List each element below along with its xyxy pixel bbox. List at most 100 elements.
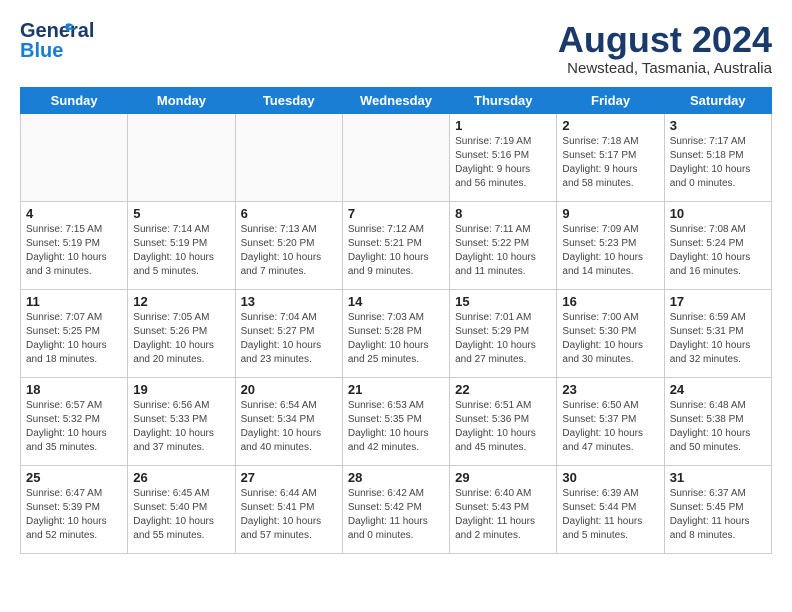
day-number: 13 (241, 294, 337, 309)
calendar-day-cell (235, 113, 342, 201)
day-info: Sunrise: 6:54 AM Sunset: 5:34 PM Dayligh… (241, 399, 337, 455)
day-info: Sunrise: 7:05 AM Sunset: 5:26 PM Dayligh… (133, 311, 229, 367)
day-number: 8 (455, 206, 551, 221)
day-info: Sunrise: 6:57 AM Sunset: 5:32 PM Dayligh… (26, 399, 122, 455)
calendar-day-cell: 25 Sunrise: 6:47 AM Sunset: 5:39 PM Dayli… (21, 465, 128, 553)
day-info: Sunrise: 7:11 AM Sunset: 5:22 PM Dayligh… (455, 223, 551, 279)
weekday-header: Wednesday (342, 87, 449, 113)
calendar-day-cell (342, 113, 449, 201)
calendar-day-cell: 7Sunrise: 7:12 AM Sunset: 5:21 PM Daylig… (342, 201, 449, 289)
day-number: 25 (26, 470, 122, 485)
day-info: Sunrise: 6:59 AM Sunset: 5:31 PM Dayligh… (670, 311, 766, 367)
day-info: Sunrise: 7:17 AM Sunset: 5:18 PM Dayligh… (670, 135, 766, 191)
page-header: General Blue August 2024 Newstead, Tasma… (20, 20, 772, 77)
day-number: 3 (670, 118, 766, 133)
day-info: Sunrise: 6:40 AM Sunset: 5:43 PM Dayligh… (455, 487, 551, 543)
day-number: 20 (241, 382, 337, 397)
calendar-day-cell (21, 113, 128, 201)
calendar-day-cell: 29 Sunrise: 6:40 AM Sunset: 5:43 PM Dayli… (450, 465, 557, 553)
calendar-day-cell: 6 Sunrise: 7:13 AM Sunset: 5:20 PM Daylig… (235, 201, 342, 289)
calendar-day-cell: 30 Sunrise: 6:39 AM Sunset: 5:44 PM Dayli… (557, 465, 664, 553)
day-info: Sunrise: 6:53 AM Sunset: 5:35 PM Dayligh… (348, 399, 444, 455)
day-info: Sunrise: 6:45 AM Sunset: 5:40 PM Dayligh… (133, 487, 229, 543)
calendar-day-cell: 19 Sunrise: 6:56 AM Sunset: 5:33 PM Dayli… (128, 377, 235, 465)
title-area: August 2024 Newstead, Tasmania, Australi… (558, 20, 772, 77)
day-info: Sunrise: 6:42 AM Sunset: 5:42 PM Dayligh… (348, 487, 444, 543)
day-number: 23 (562, 382, 658, 397)
day-number: 27 (241, 470, 337, 485)
day-info: Sunrise: 7:08 AM Sunset: 5:24 PM Dayligh… (670, 223, 766, 279)
calendar-day-cell: 31Sunrise: 6:37 AM Sunset: 5:45 PM Dayli… (664, 465, 771, 553)
day-number: 7 (348, 206, 444, 221)
day-info: Sunrise: 6:37 AM Sunset: 5:45 PM Dayligh… (670, 487, 766, 543)
day-info: Sunrise: 7:00 AM Sunset: 5:30 PM Dayligh… (562, 311, 658, 367)
day-info: Sunrise: 7:19 AM Sunset: 5:16 PM Dayligh… (455, 135, 551, 191)
day-number: 19 (133, 382, 229, 397)
calendar-day-cell: 13 Sunrise: 7:04 AM Sunset: 5:27 PM Dayli… (235, 289, 342, 377)
day-number: 4 (26, 206, 122, 221)
weekday-header-row: SundayMondayTuesdayWednesdayThursdayFrid… (21, 87, 772, 113)
day-number: 5 (133, 206, 229, 221)
calendar-day-cell: 12 Sunrise: 7:05 AM Sunset: 5:26 PM Dayli… (128, 289, 235, 377)
calendar-day-cell: 11 Sunrise: 7:07 AM Sunset: 5:25 PM Dayli… (21, 289, 128, 377)
logo: General Blue (20, 20, 70, 62)
day-number: 6 (241, 206, 337, 221)
day-info: Sunrise: 7:18 AM Sunset: 5:17 PM Dayligh… (562, 135, 658, 191)
calendar-day-cell: 3 Sunrise: 7:17 AM Sunset: 5:18 PM Daylig… (664, 113, 771, 201)
calendar-day-cell: 26 Sunrise: 6:45 AM Sunset: 5:40 PM Dayli… (128, 465, 235, 553)
day-info: Sunrise: 6:56 AM Sunset: 5:33 PM Dayligh… (133, 399, 229, 455)
calendar-week-row: 1Sunrise: 7:19 AM Sunset: 5:16 PM Daylig… (21, 113, 772, 201)
day-info: Sunrise: 7:01 AM Sunset: 5:29 PM Dayligh… (455, 311, 551, 367)
day-number: 29 (455, 470, 551, 485)
calendar-day-cell: 16 Sunrise: 7:00 AM Sunset: 5:30 PM Dayli… (557, 289, 664, 377)
day-info: Sunrise: 6:39 AM Sunset: 5:44 PM Dayligh… (562, 487, 658, 543)
day-info: Sunrise: 7:14 AM Sunset: 5:19 PM Dayligh… (133, 223, 229, 279)
day-number: 21 (348, 382, 444, 397)
day-number: 14 (348, 294, 444, 309)
day-info: Sunrise: 6:48 AM Sunset: 5:38 PM Dayligh… (670, 399, 766, 455)
day-info: Sunrise: 7:13 AM Sunset: 5:20 PM Dayligh… (241, 223, 337, 279)
calendar-day-cell: 14Sunrise: 7:03 AM Sunset: 5:28 PM Dayli… (342, 289, 449, 377)
day-number: 26 (133, 470, 229, 485)
day-number: 30 (562, 470, 658, 485)
calendar-week-row: 18 Sunrise: 6:57 AM Sunset: 5:32 PM Dayli… (21, 377, 772, 465)
calendar-day-cell: 17 Sunrise: 6:59 AM Sunset: 5:31 PM Dayli… (664, 289, 771, 377)
day-number: 9 (562, 206, 658, 221)
weekday-header: Tuesday (235, 87, 342, 113)
day-info: Sunrise: 6:44 AM Sunset: 5:41 PM Dayligh… (241, 487, 337, 543)
calendar-day-cell: 23 Sunrise: 6:50 AM Sunset: 5:37 PM Dayli… (557, 377, 664, 465)
day-info: Sunrise: 7:09 AM Sunset: 5:23 PM Dayligh… (562, 223, 658, 279)
day-number: 17 (670, 294, 766, 309)
calendar-day-cell: 28 Sunrise: 6:42 AM Sunset: 5:42 PM Dayli… (342, 465, 449, 553)
calendar-day-cell: 9 Sunrise: 7:09 AM Sunset: 5:23 PM Daylig… (557, 201, 664, 289)
weekday-header: Thursday (450, 87, 557, 113)
calendar-day-cell: 4 Sunrise: 7:15 AM Sunset: 5:19 PM Daylig… (21, 201, 128, 289)
day-info: Sunrise: 7:04 AM Sunset: 5:27 PM Dayligh… (241, 311, 337, 367)
calendar-day-cell: 22Sunrise: 6:51 AM Sunset: 5:36 PM Dayli… (450, 377, 557, 465)
weekday-header: Friday (557, 87, 664, 113)
day-info: Sunrise: 7:07 AM Sunset: 5:25 PM Dayligh… (26, 311, 122, 367)
day-number: 18 (26, 382, 122, 397)
calendar-week-row: 4 Sunrise: 7:15 AM Sunset: 5:19 PM Daylig… (21, 201, 772, 289)
weekday-header: Saturday (664, 87, 771, 113)
calendar-day-cell: 1Sunrise: 7:19 AM Sunset: 5:16 PM Daylig… (450, 113, 557, 201)
day-info: Sunrise: 6:50 AM Sunset: 5:37 PM Dayligh… (562, 399, 658, 455)
day-number: 15 (455, 294, 551, 309)
calendar-week-row: 25 Sunrise: 6:47 AM Sunset: 5:39 PM Dayli… (21, 465, 772, 553)
day-info: Sunrise: 7:15 AM Sunset: 5:19 PM Dayligh… (26, 223, 122, 279)
day-number: 28 (348, 470, 444, 485)
weekday-header: Sunday (21, 87, 128, 113)
day-number: 16 (562, 294, 658, 309)
day-number: 10 (670, 206, 766, 221)
weekday-header: Monday (128, 87, 235, 113)
calendar-day-cell: 21 Sunrise: 6:53 AM Sunset: 5:35 PM Dayli… (342, 377, 449, 465)
calendar-day-cell: 8 Sunrise: 7:11 AM Sunset: 5:22 PM Daylig… (450, 201, 557, 289)
day-number: 12 (133, 294, 229, 309)
calendar-day-cell (128, 113, 235, 201)
calendar-day-cell: 2 Sunrise: 7:18 AM Sunset: 5:17 PM Daylig… (557, 113, 664, 201)
day-number: 11 (26, 294, 122, 309)
logo-blue: Blue (20, 40, 63, 63)
calendar-week-row: 11 Sunrise: 7:07 AM Sunset: 5:25 PM Dayli… (21, 289, 772, 377)
day-info: Sunrise: 6:47 AM Sunset: 5:39 PM Dayligh… (26, 487, 122, 543)
day-number: 2 (562, 118, 658, 133)
